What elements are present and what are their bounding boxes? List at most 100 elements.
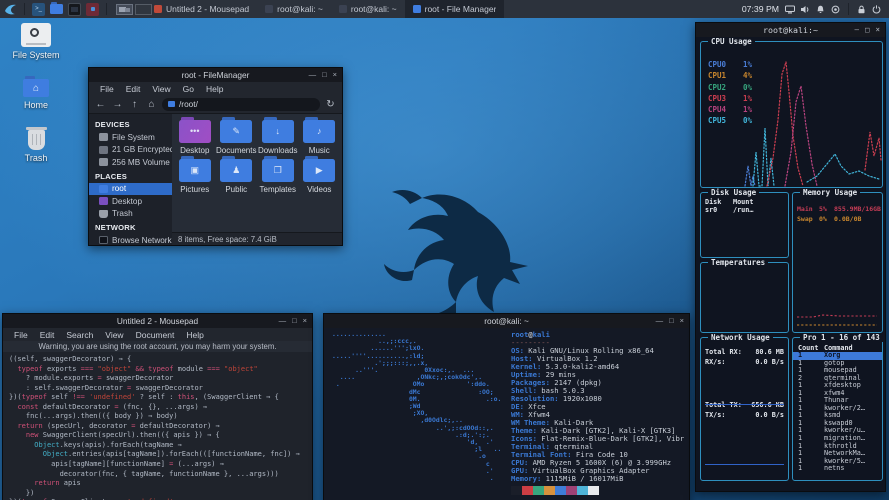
minimize-button[interactable]: — (279, 317, 287, 325)
maximize-button[interactable]: □ (292, 317, 297, 325)
root-warning-bar: Warning, you are using the root account,… (3, 341, 312, 352)
minimize-button[interactable]: — (309, 71, 317, 79)
editor-launcher-icon[interactable] (86, 3, 99, 16)
home-button[interactable]: ⌂ (145, 99, 158, 110)
mousepad-menu-edit[interactable]: Edit (35, 330, 60, 340)
terminal-content[interactable]: .............. ..,;:ccc,. ......''';lxO.… (324, 328, 689, 500)
fm-menu-help[interactable]: Help (201, 84, 228, 94)
panel-separator (24, 3, 25, 15)
workspace-1[interactable] (116, 4, 133, 15)
rx-total: Total RX:80.6 MB (701, 348, 788, 358)
fm-titlebar[interactable]: root - FileManager — □ × (89, 68, 342, 82)
taskbar-button[interactable]: Untitled 2 - Mousepad (146, 0, 257, 18)
fm-menu-view[interactable]: View (147, 84, 175, 94)
cpu-usage-panel: CPU Usage CPU01%CPU14%CPU20%CPU31%CPU41%… (700, 41, 883, 188)
fm-menu-edit[interactable]: Edit (121, 84, 146, 94)
back-button[interactable]: ← (94, 99, 107, 110)
sidebar-item-desktop[interactable]: Desktop (89, 195, 172, 208)
mousepad-menu-file[interactable]: File (9, 330, 33, 340)
palette-swatch (588, 486, 599, 495)
path-bar[interactable]: /root/ (162, 98, 320, 111)
drive-icon (99, 158, 108, 166)
tx-rate: TX/s:0.0 B/s (701, 411, 788, 421)
folder-templates[interactable]: ❐Templates (257, 159, 299, 194)
sidebar-item-trash[interactable]: Trash (89, 208, 172, 221)
process-row[interactable]: 1netns (793, 465, 882, 473)
fm-menu-go[interactable]: Go (178, 84, 199, 94)
power-icon[interactable] (872, 5, 881, 14)
folder-desktop[interactable]: •••Desktop (174, 120, 216, 155)
cpu-core-name: CPU5 (708, 116, 734, 127)
desktop-icon-home[interactable]: ⌂ Home (8, 79, 64, 110)
taskbar-button[interactable]: root@kali: ~ (257, 0, 331, 18)
maximize-button[interactable]: □ (322, 71, 327, 79)
taskbar-button[interactable]: root@kali: ~ (331, 0, 405, 18)
code-area[interactable]: ((self, swaggerDecorator) ⇒ { typeof exp… (3, 352, 312, 500)
close-button[interactable]: × (875, 26, 880, 34)
notification-bell-icon[interactable] (816, 5, 825, 14)
mousepad-menu-document[interactable]: Document (131, 330, 180, 340)
clock[interactable]: 07:39 PM (742, 4, 779, 14)
sidebar-item-browse-network[interactable]: Browse Network (89, 234, 172, 245)
volume-icon[interactable] (801, 5, 810, 14)
mousepad-menu-view[interactable]: View (100, 330, 128, 340)
panel-title: Pro 1 - 16 of 143 (800, 333, 883, 342)
maximize-button[interactable]: □ (865, 26, 870, 34)
desktop-icon-file-system[interactable]: File System (8, 23, 64, 60)
close-button[interactable]: × (303, 317, 307, 325)
code-token: "object" (98, 365, 132, 373)
reload-button[interactable]: ↻ (324, 99, 337, 110)
code-line: Object.keys(apis).forEach(tagName ⇒ (9, 441, 306, 451)
window-icon (339, 5, 347, 13)
desktop-icon-trash[interactable]: Trash (8, 130, 64, 163)
folder-downloads[interactable]: ↓Downloads (257, 120, 299, 155)
file-manager-launcher-icon[interactable] (50, 4, 63, 14)
sidebar-item-21-gb-encrypted[interactable]: 21 GB Encrypted (89, 144, 172, 157)
cpu-core-name: CPU0 (708, 60, 734, 71)
minimize-button[interactable]: — (854, 26, 859, 34)
forward-button[interactable]: → (111, 99, 124, 110)
status-dot-icon[interactable] (831, 5, 840, 14)
display-launcher-icon[interactable] (68, 3, 81, 16)
code-token: module (173, 365, 207, 373)
kali-menu-icon[interactable] (3, 2, 17, 16)
close-button[interactable]: × (680, 317, 684, 325)
sidebar-item-root[interactable]: root (89, 183, 172, 196)
mousepad-menu-search[interactable]: Search (61, 330, 98, 340)
maximize-button[interactable]: □ (669, 317, 674, 325)
up-button[interactable]: ↑ (128, 99, 141, 110)
folder-documents[interactable]: ✎Documents (216, 120, 258, 155)
code-token: === (207, 365, 220, 373)
mousepad-window: Untitled 2 - Mousepad — □ × FileEditSear… (2, 313, 313, 500)
code-token: self (47, 393, 72, 401)
folder-videos[interactable]: ▶Videos (299, 159, 341, 194)
display-tray-icon[interactable] (785, 5, 795, 14)
folder-icon (99, 185, 108, 193)
close-button[interactable]: × (333, 71, 337, 79)
monitor-titlebar[interactable]: root@kali:~ — □ × (696, 23, 885, 37)
sidebar-item-file-system[interactable]: File System (89, 131, 172, 144)
path-folder-icon (168, 101, 175, 107)
code-token: typeof (17, 365, 42, 373)
terminal-launcher-icon[interactable]: >_ (32, 3, 45, 16)
taskbar-button[interactable]: root - File Manager (405, 0, 505, 18)
temperatures-panel: Temperatures (700, 262, 789, 333)
folder-label: Documents (216, 146, 258, 155)
folder-public[interactable]: ♟Public (216, 159, 258, 194)
code-line: typeof exports === "object" && typeof mo… (9, 365, 306, 375)
info-value: 1920x1080 (559, 394, 602, 403)
code-token: ? module.exports (9, 374, 98, 382)
cpu-core-row: CPU50% (708, 116, 752, 127)
sidebar-item-256-mb-volume[interactable]: 256 MB Volume (89, 156, 172, 169)
mousepad-menu-help[interactable]: Help (181, 330, 208, 340)
mousepad-titlebar[interactable]: Untitled 2 - Mousepad — □ × (3, 314, 312, 328)
folder-music[interactable]: ♪Music (299, 120, 341, 155)
fm-menu-file[interactable]: File (95, 84, 119, 94)
code-token: new (26, 431, 39, 439)
cpu-core-percent: 0% (734, 83, 752, 94)
folder-pictures[interactable]: ▣Pictures (174, 159, 216, 194)
terminal-titlebar[interactable]: root@kali: ~ — □ × (324, 314, 689, 328)
minimize-button[interactable]: — (656, 317, 664, 325)
trash-icon (99, 210, 108, 218)
lock-icon[interactable] (857, 5, 866, 14)
